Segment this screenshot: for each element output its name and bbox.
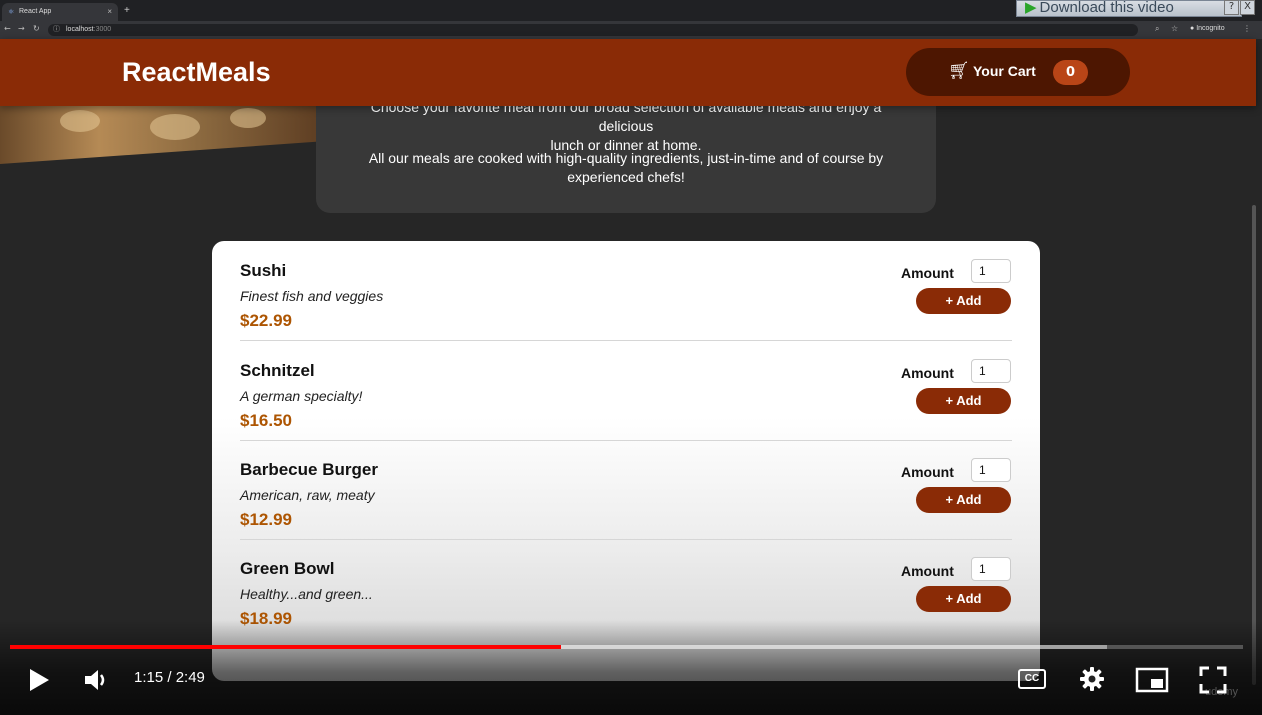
add-button[interactable]: + Add <box>916 288 1011 314</box>
url-field[interactable]: ⓘ localhost:3000 <box>48 24 1138 36</box>
hero-food-image <box>0 106 330 164</box>
incognito-indicator[interactable]: ● Incognito <box>1190 25 1225 32</box>
meal-name: Green Bowl <box>240 559 335 578</box>
play-icon[interactable] <box>28 668 50 692</box>
cart-badge: 0 <box>1053 60 1088 85</box>
download-help-button[interactable]: ? <box>1224 0 1239 15</box>
meal-price: $16.50 <box>240 411 292 430</box>
tab-close-icon[interactable]: × <box>107 7 112 16</box>
address-bar-row: ← → ↻ ⓘ localhost:3000 ⌕ ☆ ● Incognito ⋮ <box>0 21 1262 39</box>
amount-label: Amount <box>901 365 954 381</box>
browser-tab[interactable]: ⚛ React App × <box>2 3 118 21</box>
play-triangle-icon: ▶ <box>1025 0 1037 16</box>
meals-summary: Choose your favorite meal from our broad… <box>316 90 936 213</box>
download-label: Download this video <box>1039 0 1174 16</box>
brand-title: ReactMeals <box>122 57 271 87</box>
meal-item: Barbecue Burger American, raw, meaty $12… <box>240 440 1012 540</box>
page-scrollbar[interactable] <box>1252 205 1256 685</box>
cart-icon: 🛒︎ <box>948 61 970 81</box>
amount-input[interactable]: 1 <box>971 458 1011 482</box>
meal-price: $22.99 <box>240 311 292 330</box>
meal-description: American, raw, meaty <box>240 487 375 503</box>
meal-item: Schnitzel A german specialty! $16.50 Amo… <box>240 341 1012 441</box>
meal-name: Schnitzel <box>240 361 315 380</box>
react-favicon-icon: ⚛ <box>8 9 15 16</box>
download-video-button[interactable]: ▶ Download this video <box>1016 0 1242 17</box>
add-button[interactable]: + Add <box>916 388 1011 414</box>
amount-label: Amount <box>901 464 954 480</box>
tab-title: React App <box>19 8 52 15</box>
amount-input[interactable]: 1 <box>971 259 1011 283</box>
incognito-icon: ● <box>1190 25 1195 32</box>
summary-line: All our meals are cooked with high-quali… <box>368 150 884 166</box>
miniplayer-icon[interactable] <box>1135 667 1169 693</box>
summary-paragraph-1: Choose your favorite meal from our broad… <box>346 98 906 155</box>
meals-list-card: Sushi Finest fish and veggies $22.99 Amo… <box>212 241 1040 681</box>
url-host: localhost <box>66 26 94 33</box>
reload-icon[interactable]: ↻ <box>33 24 40 33</box>
app-header: ReactMeals 🛒︎ Your Cart 0 <box>0 39 1256 106</box>
time-display: 1:15 / 2:49 <box>134 669 205 686</box>
meal-price: $12.99 <box>240 510 292 529</box>
amount-input[interactable]: 1 <box>971 557 1011 581</box>
player-controls-gradient <box>0 620 1262 715</box>
meal-description: Healthy...and green... <box>240 586 373 602</box>
forward-icon[interactable]: → <box>18 24 25 33</box>
meal-description: A german specialty! <box>240 388 363 404</box>
fullscreen-icon[interactable] <box>1199 666 1227 694</box>
incognito-label: Incognito <box>1196 25 1225 32</box>
cart-button[interactable]: 🛒︎ Your Cart 0 <box>906 48 1130 96</box>
amount-label: Amount <box>901 563 954 579</box>
meal-description: Finest fish and veggies <box>240 288 384 304</box>
volume-icon[interactable] <box>83 668 111 692</box>
back-icon[interactable]: ← <box>4 24 11 33</box>
summary-line: experienced chefs! <box>567 169 685 185</box>
progress-bar[interactable] <box>10 645 1243 649</box>
summary-paragraph-2: All our meals are cooked with high-quali… <box>346 149 906 187</box>
cart-label: Your Cart <box>973 63 1036 79</box>
browser-menu-icon[interactable]: ⋮ <box>1243 24 1251 33</box>
meal-item: Sushi Finest fish and veggies $22.99 Amo… <box>240 241 1012 341</box>
progress-played <box>10 645 562 649</box>
url-port: :3000 <box>93 26 112 33</box>
add-button[interactable]: + Add <box>916 487 1011 513</box>
settings-gear-icon[interactable] <box>1079 666 1105 692</box>
new-tab-button[interactable]: + <box>124 5 130 16</box>
captions-button[interactable]: CC <box>1018 669 1046 689</box>
amount-label: Amount <box>901 265 954 281</box>
meal-name: Barbecue Burger <box>240 460 378 479</box>
amount-input[interactable]: 1 <box>971 359 1011 383</box>
meal-name: Sushi <box>240 261 287 280</box>
download-close-button[interactable]: X <box>1240 0 1255 15</box>
search-icon[interactable]: ⌕ <box>1155 24 1159 34</box>
info-icon[interactable]: ⓘ <box>53 24 60 36</box>
star-icon[interactable]: ☆ <box>1171 24 1178 33</box>
add-button[interactable]: + Add <box>916 586 1011 612</box>
